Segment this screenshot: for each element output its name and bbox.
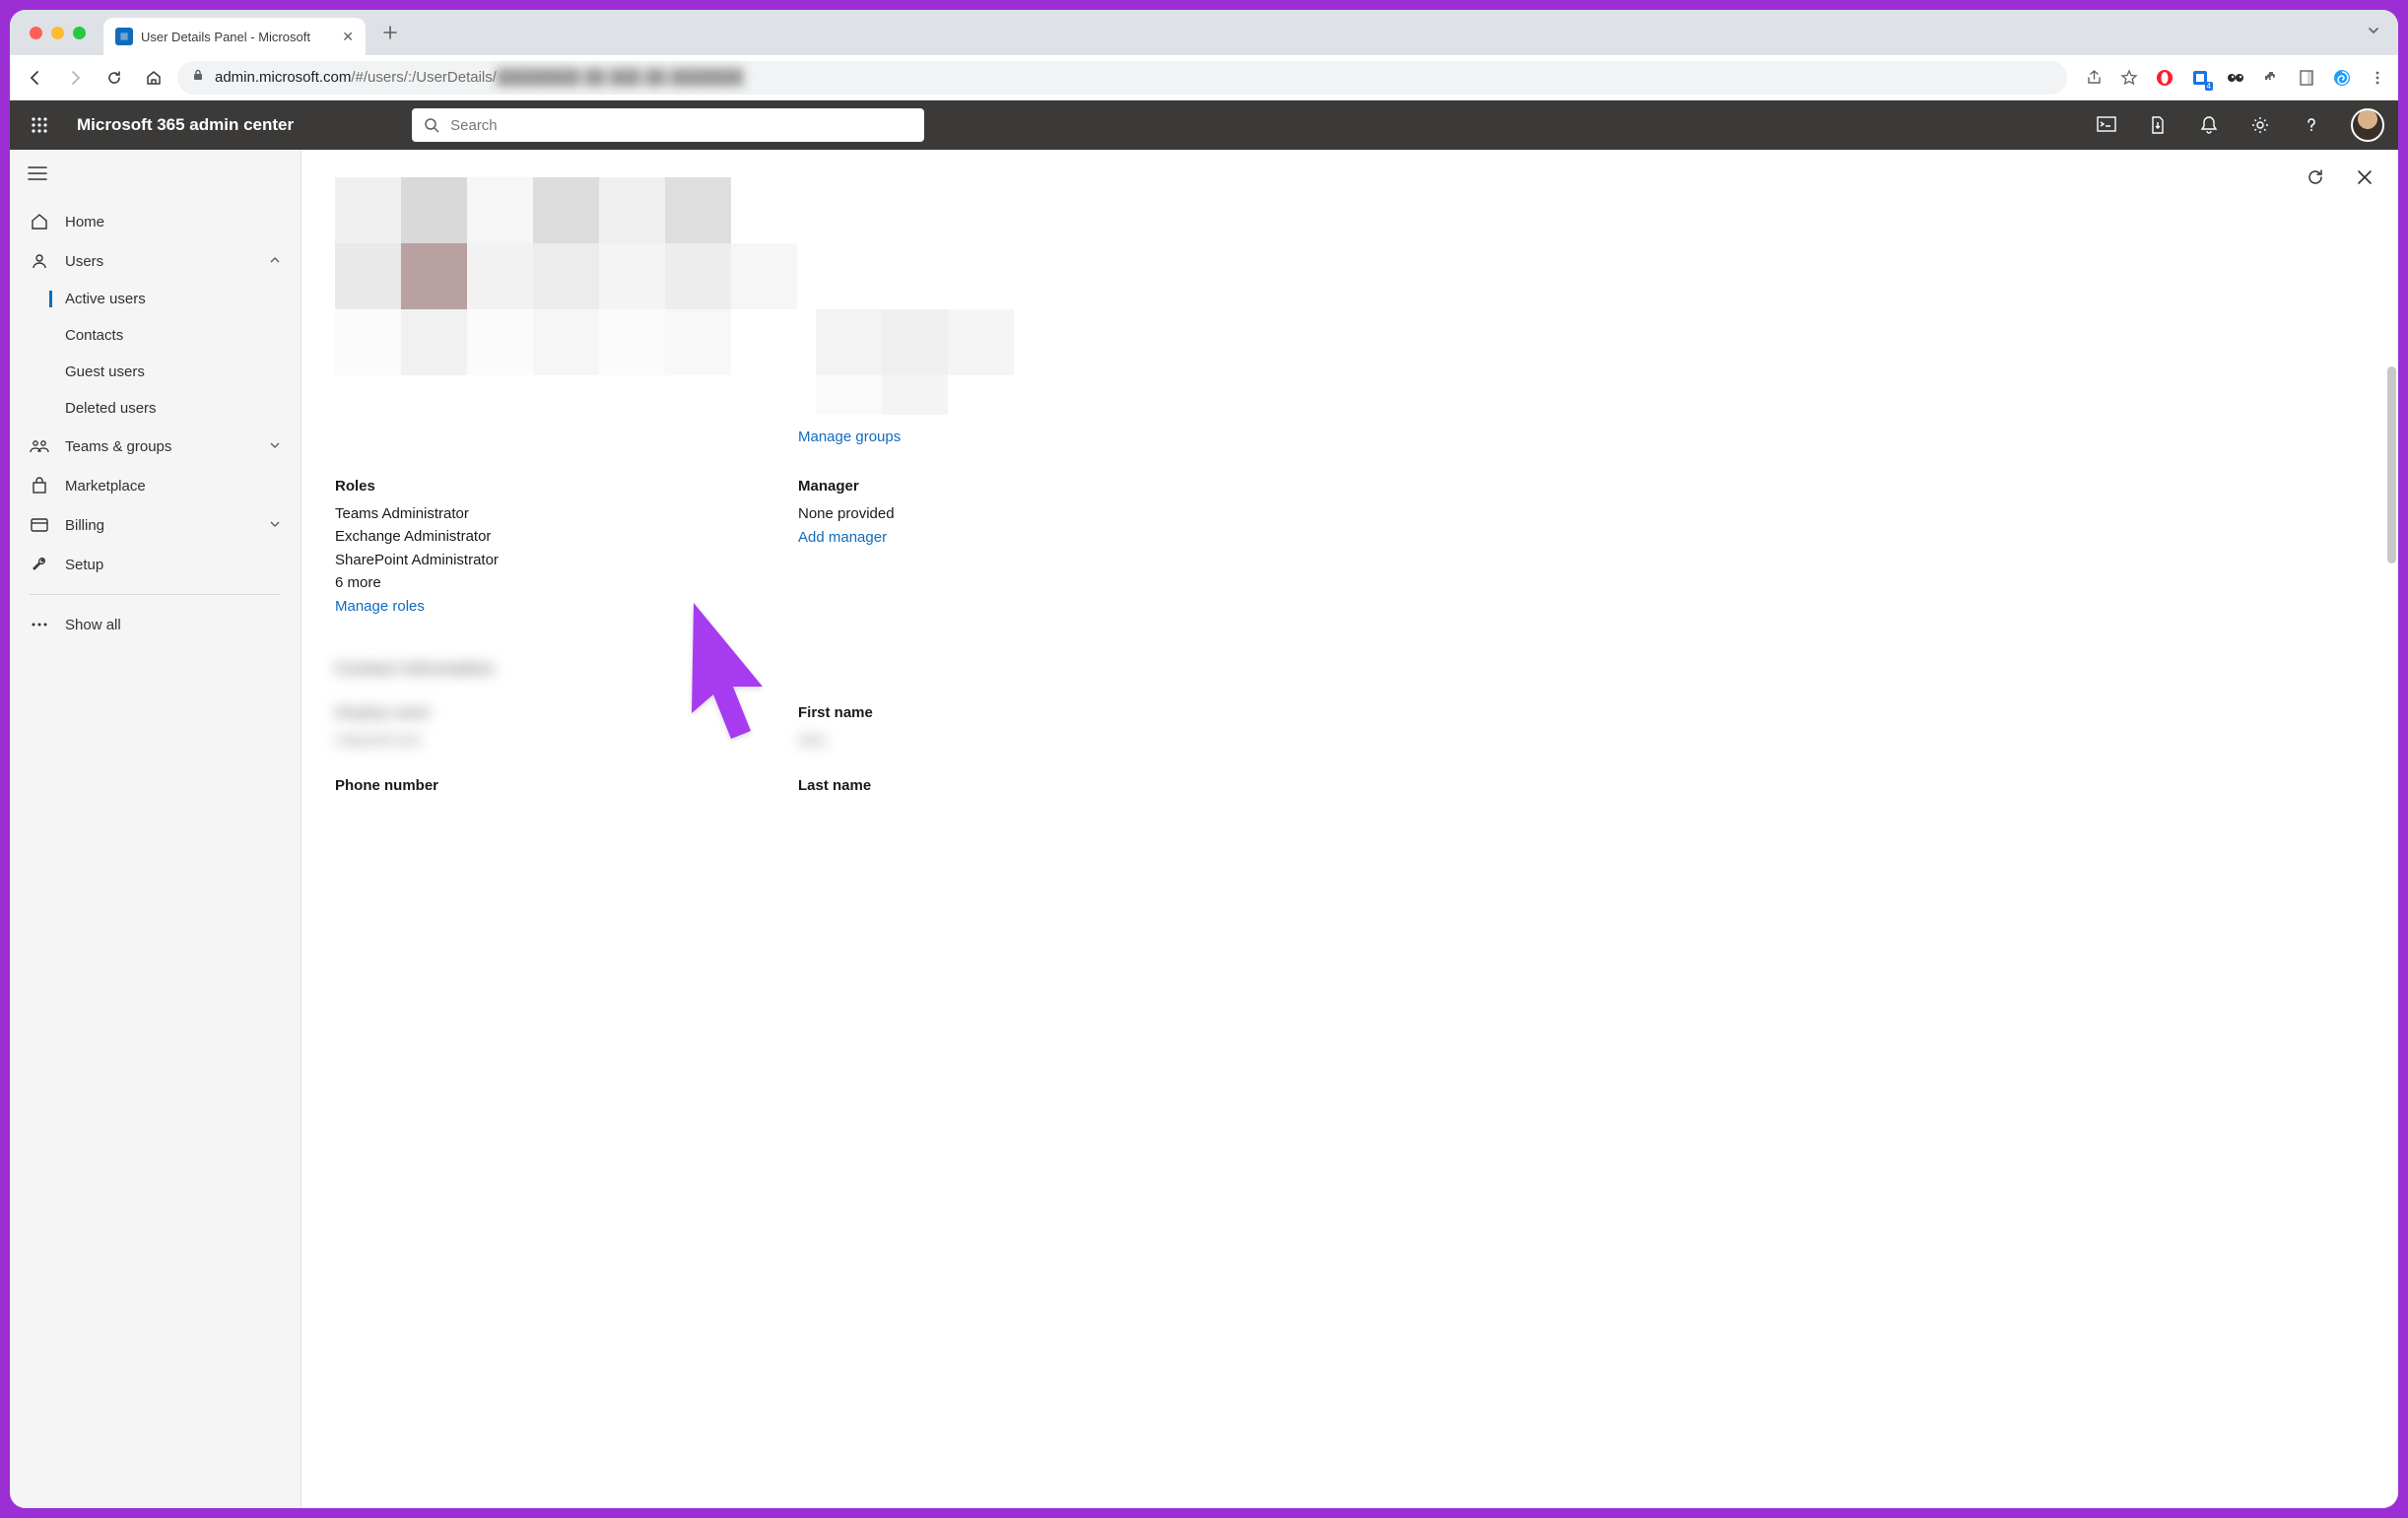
browser-tab[interactable]: User Details Panel - Microsoft ✕ — [103, 18, 366, 55]
sidebar-item-guest-users[interactable]: Guest users — [10, 354, 301, 390]
sidebar-toggle-icon[interactable] — [10, 158, 301, 194]
phone-number-label: Phone number — [335, 777, 650, 794]
extension-spiral-icon[interactable] — [2331, 67, 2353, 89]
user-details-panel: Manage groups Roles Teams Administrator … — [301, 150, 2398, 1508]
sidebar-item-marketplace[interactable]: Marketplace — [10, 466, 301, 505]
roles-heading: Roles — [335, 478, 650, 495]
first-name-label: First name — [798, 704, 1113, 721]
wrench-icon — [30, 555, 49, 574]
reader-mode-icon[interactable] — [2296, 67, 2317, 89]
home-icon — [30, 212, 49, 231]
mac-close-dot[interactable] — [30, 27, 42, 39]
sidebar: Home Users Active users Contacts Guest u… — [10, 150, 301, 1508]
help-icon[interactable] — [2300, 113, 2323, 137]
roles-more: 6 more — [335, 571, 650, 594]
browser-back-button[interactable] — [20, 62, 51, 94]
extension-devtools-icon[interactable]: 4 — [2189, 67, 2211, 89]
sidebar-item-show-all[interactable]: Show all — [10, 605, 301, 644]
url-text: admin.microsoft.com/#/users/:/UserDetail… — [215, 69, 743, 86]
mac-minimize-dot[interactable] — [51, 27, 64, 39]
bookmark-star-icon[interactable] — [2118, 67, 2140, 89]
notifications-icon[interactable] — [2197, 113, 2221, 137]
manage-groups-link[interactable]: Manage groups — [798, 429, 901, 445]
tab-favicon — [115, 28, 133, 45]
extensions-menu-icon[interactable] — [2260, 67, 2282, 89]
sidebar-item-label: Guest users — [65, 363, 145, 380]
sidebar-item-label: Setup — [65, 557, 103, 573]
sidebar-item-label: Users — [65, 253, 103, 270]
first-name-value-blurred: Alex — [798, 729, 1113, 752]
sidebar-item-label: Active users — [65, 291, 146, 307]
sidebar-item-label: Deleted users — [65, 400, 157, 417]
last-name-label: Last name — [798, 777, 1113, 794]
sidebar-item-setup[interactable]: Setup — [10, 545, 301, 584]
role-item: Teams Administrator — [335, 502, 650, 525]
refresh-icon[interactable] — [2304, 165, 2327, 189]
display-name-value-blurred: redacted text — [335, 729, 650, 752]
browser-home-button[interactable] — [138, 62, 169, 94]
role-item: Exchange Administrator — [335, 525, 650, 548]
sidebar-item-label: Billing — [65, 517, 104, 534]
teams-icon — [30, 436, 49, 456]
manager-value: None provided — [798, 502, 1113, 525]
share-icon[interactable] — [2083, 67, 2105, 89]
sidebar-item-home[interactable]: Home — [10, 202, 301, 241]
new-tab-button[interactable] — [375, 18, 405, 47]
redacted-user-header — [335, 177, 867, 419]
scrollbar-thumb[interactable] — [2387, 366, 2396, 563]
manager-heading: Manager — [798, 478, 1113, 495]
divider — [30, 594, 281, 595]
role-item: SharePoint Administrator — [335, 549, 650, 571]
user-icon — [30, 251, 49, 271]
add-manager-link[interactable]: Add manager — [798, 529, 887, 546]
browser-forward-button[interactable] — [59, 62, 91, 94]
settings-gear-icon[interactable] — [2248, 113, 2272, 137]
address-bar[interactable]: admin.microsoft.com/#/users/:/UserDetail… — [177, 61, 2067, 95]
card-icon — [30, 515, 49, 535]
sidebar-item-label: Home — [65, 214, 104, 231]
manage-roles-link[interactable]: Manage roles — [335, 598, 425, 615]
file-download-icon[interactable] — [2146, 113, 2170, 137]
tabs-dropdown-icon[interactable] — [2367, 24, 2380, 42]
close-icon[interactable] — [2353, 165, 2376, 189]
bag-icon — [30, 476, 49, 495]
app-launcher-icon[interactable] — [24, 109, 55, 141]
kebab-menu-icon[interactable] — [2367, 67, 2388, 89]
sidebar-item-billing[interactable]: Billing — [10, 505, 301, 545]
shell-terminal-icon[interactable] — [2095, 113, 2118, 137]
search-box[interactable] — [412, 108, 924, 142]
brand-title: Microsoft 365 admin center — [77, 115, 294, 135]
sidebar-item-deleted-users[interactable]: Deleted users — [10, 390, 301, 427]
search-input[interactable] — [450, 117, 912, 134]
ellipsis-icon — [30, 615, 49, 634]
sidebar-item-label: Show all — [65, 617, 121, 633]
browser-reload-button[interactable] — [99, 62, 130, 94]
user-avatar[interactable] — [2351, 108, 2384, 142]
tab-close-icon[interactable]: ✕ — [342, 29, 354, 45]
sidebar-item-label: Teams & groups — [65, 438, 171, 455]
sidebar-item-users[interactable]: Users — [10, 241, 301, 281]
sidebar-item-label: Marketplace — [65, 478, 146, 495]
display-name-label-blurred: Display name — [335, 704, 650, 721]
lock-icon — [191, 68, 205, 87]
sidebar-item-label: Contacts — [65, 327, 123, 344]
extension-opera-icon[interactable] — [2154, 67, 2175, 89]
tab-title: User Details Panel - Microsoft — [141, 30, 334, 44]
extension-eyes-icon[interactable] — [2225, 67, 2246, 89]
chevron-up-icon — [269, 253, 281, 270]
sidebar-item-contacts[interactable]: Contacts — [10, 317, 301, 354]
chevron-down-icon — [269, 438, 281, 455]
contact-heading-blurred: Contact information — [335, 659, 2365, 679]
mac-zoom-dot[interactable] — [73, 27, 86, 39]
sidebar-item-teams-groups[interactable]: Teams & groups — [10, 427, 301, 466]
sidebar-item-active-users[interactable]: Active users — [10, 281, 301, 317]
chevron-down-icon — [269, 517, 281, 534]
